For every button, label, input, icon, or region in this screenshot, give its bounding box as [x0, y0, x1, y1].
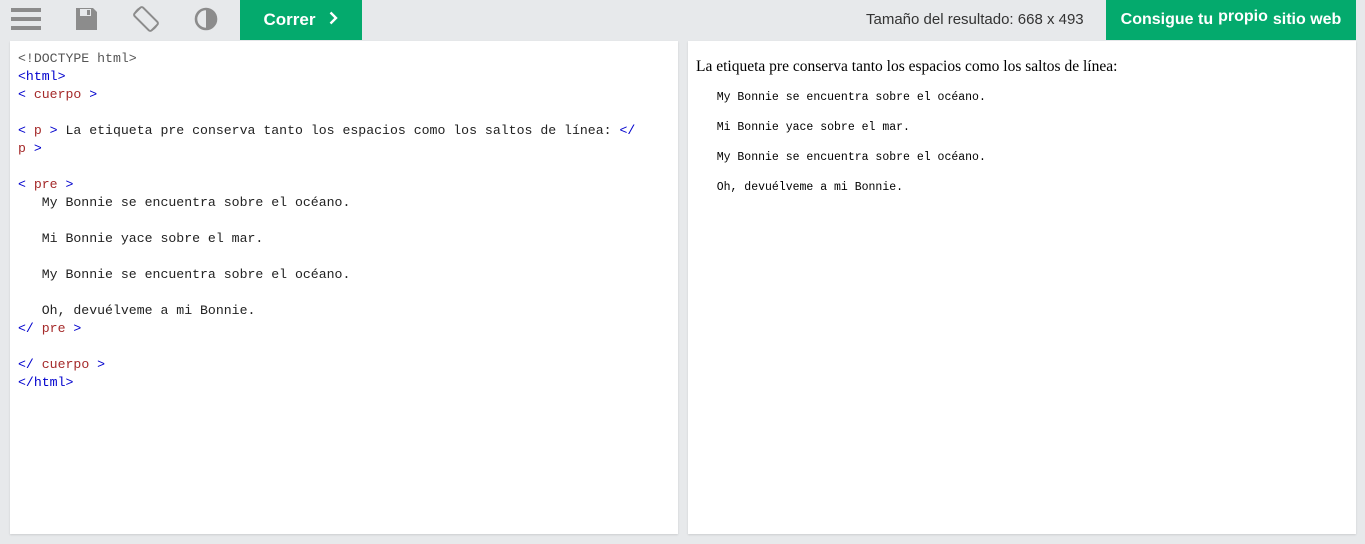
code-token-name: pre	[33, 177, 58, 192]
own-site-text-1: Consigue tu	[1120, 11, 1214, 28]
code-line[interactable]	[18, 248, 635, 266]
result-pre-line: My Bonnie se encuentra sobre el océano.	[696, 91, 986, 104]
result-pre-line: Oh, devuélveme a mi Bonnie.	[696, 181, 904, 194]
code-token-tag: </html>	[18, 375, 74, 390]
code-token-name: cuerpo	[41, 357, 90, 372]
code-line[interactable]: Mi Bonnie yace sobre el mar.	[18, 230, 635, 248]
code-token-close: >	[89, 357, 106, 372]
code-token-text: Oh, devuélveme a mi Bonnie.	[18, 303, 256, 318]
code-line[interactable]: <html>	[18, 68, 635, 86]
code-line[interactable]	[18, 212, 635, 230]
code-token-end-open: </	[619, 123, 636, 138]
code-token-text: Mi Bonnie yace sobre el mar.	[18, 231, 264, 246]
code-line[interactable]: < p > La etiqueta pre conserva tanto los…	[18, 122, 635, 140]
result-pre-line	[696, 135, 986, 150]
result-paragraph: La etiqueta pre conserva tanto los espac…	[696, 58, 1118, 75]
code-line[interactable]: < pre >	[18, 176, 635, 194]
code-token-text: La etiqueta pre conserva tanto los espac…	[57, 123, 620, 138]
own-site-text-3: sitio web	[1272, 11, 1342, 28]
code-token-close: >	[57, 177, 74, 192]
code-token-close: >	[41, 123, 58, 138]
code-line[interactable]	[18, 104, 635, 122]
own-site-text-2: propio	[1218, 8, 1268, 25]
result-pre-line	[696, 105, 986, 120]
toolbar: Correr Tamaño del resultado: 668 x 493 C…	[0, 0, 1365, 40]
hamburger-menu-icon[interactable]	[10, 0, 42, 38]
get-own-website-button[interactable]: Consigue tu propio sitio web	[1106, 0, 1356, 40]
code-line[interactable]: </ pre >	[18, 320, 635, 338]
result-pre-line	[696, 165, 986, 180]
floppy-disk-icon[interactable]	[73, 0, 99, 38]
code-line[interactable]: My Bonnie se encuentra sobre el océano.	[18, 194, 635, 212]
code-line[interactable]	[18, 158, 635, 176]
code-token-open: </	[18, 321, 42, 336]
code-token-text: My Bonnie se encuentra sobre el océano.	[18, 267, 351, 282]
result-panel: La etiqueta pre conserva tanto los espac…	[688, 41, 1356, 534]
code-token-tag: <html>	[18, 69, 66, 84]
rotate-screen-icon[interactable]	[131, 0, 161, 38]
code-editor[interactable]: <!DOCTYPE html> <html> < cuerpo > < p > La …	[18, 50, 635, 392]
code-token-name: pre	[41, 321, 66, 336]
code-line[interactable]: My Bonnie se encuentra sobre el océano.	[18, 266, 635, 284]
result-pre-line: Mi Bonnie yace sobre el mar.	[696, 121, 910, 134]
code-token-doctype: <!DOCTYPE html>	[18, 51, 137, 66]
result-preformatted: My Bonnie se encuentra sobre el océano. …	[696, 90, 986, 195]
code-line[interactable]: <!DOCTYPE html>	[18, 50, 635, 68]
code-token-name: p	[18, 141, 26, 156]
code-token-close: >	[25, 141, 42, 156]
result-size-label: Tamaño del resultado: 668 x 493	[866, 11, 1084, 28]
code-token-open: </	[18, 357, 42, 372]
run-button[interactable]: Correr	[240, 0, 362, 40]
code-line[interactable]: Oh, devuélveme a mi Bonnie.	[18, 302, 635, 320]
code-line[interactable]: < cuerpo >	[18, 86, 635, 104]
code-editor-panel[interactable]: <!DOCTYPE html> <html> < cuerpo > < p > La …	[10, 41, 678, 534]
code-line[interactable]	[18, 338, 635, 356]
code-line[interactable]: </html>	[18, 374, 635, 392]
result-pre-line: My Bonnie se encuentra sobre el océano.	[696, 151, 986, 164]
code-line[interactable]: p >	[18, 140, 635, 158]
code-token-name: cuerpo	[33, 87, 82, 102]
code-token-open: <	[18, 123, 34, 138]
code-token-close: >	[65, 321, 82, 336]
code-line[interactable]	[18, 284, 635, 302]
run-button-label: Correr	[263, 10, 316, 29]
chevron-right-icon	[329, 10, 339, 30]
code-token-name: p	[33, 123, 42, 138]
code-token-text: My Bonnie se encuentra sobre el océano.	[18, 195, 351, 210]
code-token-open: <	[18, 87, 34, 102]
contrast-icon[interactable]	[193, 0, 219, 38]
code-token-open: <	[18, 177, 34, 192]
code-token-close: >	[81, 87, 98, 102]
code-line[interactable]: </ cuerpo >	[18, 356, 635, 374]
